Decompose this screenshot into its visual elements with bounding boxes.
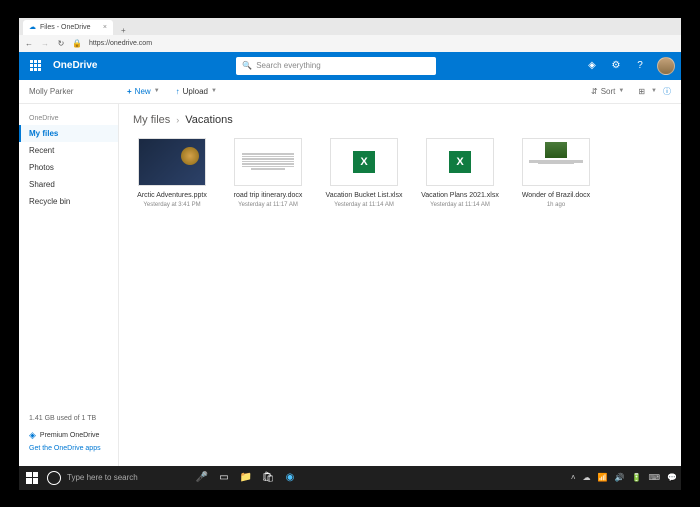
chevron-down-icon: ▼ (211, 88, 217, 94)
premium-link[interactable]: ◈ Premium OneDrive (29, 430, 108, 441)
breadcrumb-current: Vacations (185, 114, 233, 126)
taskbar: Type here to search 🎤 ▭ 📁 🛍 ◉ ˄ ☁ 📶 🔊 🔋 … (19, 466, 681, 490)
get-apps-link[interactable]: Get the OneDrive apps (29, 445, 101, 452)
forward-icon[interactable]: → (41, 39, 49, 47)
sidebar-item-photos[interactable]: Photos (19, 159, 118, 176)
lock-icon: 🔒 (73, 39, 81, 47)
excel-icon: X (353, 151, 375, 173)
file-meta: Yesterday at 11:14 AM (430, 202, 490, 208)
brand-label: OneDrive (53, 60, 97, 71)
file-thumb (522, 138, 590, 186)
upload-label: Upload (183, 87, 208, 96)
sidebar-item-my-files[interactable]: My files (19, 125, 118, 142)
file-item[interactable]: road trip itinerary.docx Yesterday at 11:… (229, 138, 307, 208)
sort-icon: ⇵ (591, 87, 598, 96)
store-icon[interactable]: 🛍 (261, 471, 275, 485)
sort-button[interactable]: ⇵ Sort ▼ (583, 82, 632, 100)
explorer-icon[interactable]: 📁 (239, 471, 253, 485)
command-bar: Molly Parker + New ▼ ↑ Upload ▼ ⇵ Sort ▼… (19, 80, 681, 104)
file-name: Vacation Plans 2021.xlsx (421, 192, 499, 200)
close-icon[interactable]: × (103, 24, 107, 31)
cloud-icon: ☁ (29, 23, 36, 31)
taskbar-search[interactable]: Type here to search (67, 473, 187, 482)
search-placeholder: Search everything (256, 61, 320, 70)
account-name[interactable]: Molly Parker (29, 87, 119, 96)
avatar[interactable] (657, 57, 675, 75)
diamond-icon: ◈ (29, 430, 36, 441)
main-content: My files › Vacations Arctic Adventures.p… (119, 104, 681, 466)
new-label: New (135, 87, 151, 96)
suite-header: OneDrive 🔍 Search everything ◈ ⚙ ? (19, 52, 681, 80)
search-icon: 🔍 (242, 61, 252, 70)
upload-icon: ↑ (176, 87, 180, 96)
tray-chevron-icon[interactable]: ˄ (571, 473, 576, 482)
breadcrumb: My files › Vacations (133, 114, 667, 126)
chevron-right-icon: › (176, 115, 179, 125)
file-name: Wonder of Brazil.docx (522, 192, 590, 200)
file-thumb: X (426, 138, 494, 186)
file-name: road trip itinerary.docx (234, 192, 303, 200)
network-icon[interactable]: 📶 (598, 473, 608, 482)
chevron-down-icon: ▼ (618, 88, 624, 94)
settings-icon[interactable]: ⚙ (609, 59, 623, 73)
file-thumb (138, 138, 206, 186)
start-button[interactable] (23, 469, 41, 487)
chevron-down-icon: ▼ (154, 88, 160, 94)
battery-icon[interactable]: 🔋 (632, 473, 642, 482)
language-icon[interactable]: ⌨ (648, 473, 660, 482)
sidebar-item-recycle-bin[interactable]: Recycle bin (19, 193, 118, 210)
file-item[interactable]: Wonder of Brazil.docx 1h ago (517, 138, 595, 208)
chevron-down-icon[interactable]: ▼ (651, 88, 657, 94)
file-meta: 1h ago (547, 202, 565, 208)
cortana-icon[interactable] (47, 471, 61, 485)
file-meta: Yesterday at 11:14 AM (334, 202, 394, 208)
sidebar-group: OneDrive (19, 112, 118, 125)
task-view-icon[interactable]: ▭ (217, 471, 231, 485)
new-tab-button[interactable]: + (115, 26, 132, 35)
sort-label: Sort (601, 87, 616, 96)
refresh-icon[interactable]: ↻ (57, 39, 65, 47)
breadcrumb-root[interactable]: My files (133, 114, 170, 126)
file-item[interactable]: Arctic Adventures.pptx Yesterday at 3:41 … (133, 138, 211, 208)
new-button[interactable]: + New ▼ (119, 82, 168, 100)
search-input[interactable]: 🔍 Search everything (236, 57, 436, 75)
address-bar[interactable]: https://onedrive.com (89, 40, 152, 47)
plus-icon: + (127, 87, 132, 96)
browser-tab[interactable]: ☁ Files - OneDrive × (23, 20, 113, 35)
help-icon[interactable]: ? (633, 59, 647, 73)
back-icon[interactable]: ← (25, 39, 33, 47)
file-name: Vacation Bucket List.xlsx (326, 192, 403, 200)
view-toggle-icon[interactable]: ⊞ (638, 87, 645, 96)
upload-button[interactable]: ↑ Upload ▼ (168, 82, 225, 100)
notifications-icon[interactable]: 💬 (667, 473, 677, 482)
file-item[interactable]: X Vacation Bucket List.xlsx Yesterday at 1… (325, 138, 403, 208)
sidebar-item-shared[interactable]: Shared (19, 176, 118, 193)
file-meta: Yesterday at 11:17 AM (238, 202, 298, 208)
tab-title: Files - OneDrive (40, 24, 91, 31)
volume-icon[interactable]: 🔊 (615, 473, 625, 482)
files-grid: Arctic Adventures.pptx Yesterday at 3:41 … (133, 138, 667, 208)
file-thumb: X (330, 138, 398, 186)
edge-icon[interactable]: ◉ (283, 471, 297, 485)
excel-icon: X (449, 151, 471, 173)
storage-usage[interactable]: 1.41 GB used of 1 TB (29, 415, 108, 422)
file-meta: Yesterday at 3:41 PM (143, 202, 200, 208)
premium-icon[interactable]: ◈ (585, 59, 599, 73)
file-item[interactable]: X Vacation Plans 2021.xlsx Yesterday at 11… (421, 138, 499, 208)
file-thumb (234, 138, 302, 186)
file-name: Arctic Adventures.pptx (137, 192, 207, 200)
onedrive-tray-icon[interactable]: ☁ (583, 473, 591, 482)
sidebar: OneDrive My files Recent Photos Shared R… (19, 104, 119, 466)
info-icon[interactable]: ⓘ (663, 86, 671, 97)
mic-icon[interactable]: 🎤 (195, 471, 209, 485)
browser-chrome: ☁ Files - OneDrive × + ← → ↻ 🔒 https://o… (19, 18, 681, 52)
app-launcher-icon[interactable] (25, 56, 45, 76)
sidebar-item-recent[interactable]: Recent (19, 142, 118, 159)
